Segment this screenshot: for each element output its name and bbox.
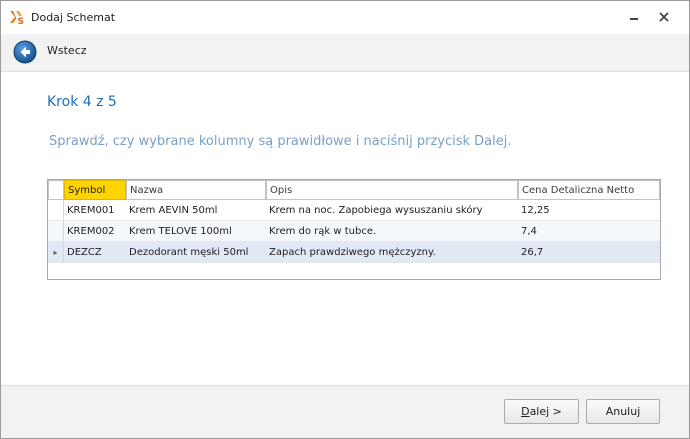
minimize-button[interactable] — [623, 7, 645, 27]
cell-nazwa[interactable]: Dezodorant męski 50ml — [126, 242, 266, 262]
cell-cena[interactable]: 7,4 — [518, 221, 660, 241]
row-header[interactable] — [48, 200, 64, 220]
cell-cena[interactable]: 26,7 — [518, 242, 660, 262]
cell-opis[interactable]: Zapach prawdziwego mężczyzny. — [266, 242, 518, 262]
table-row[interactable]: KREM001 Krem AEVIN 50ml Krem na noc. Zap… — [48, 200, 660, 221]
close-icon — [659, 12, 669, 22]
back-label[interactable]: Wstecz — [47, 44, 87, 57]
cell-symbol[interactable]: DEZCZ — [64, 242, 126, 262]
column-header-opis[interactable]: Opis — [266, 180, 518, 200]
close-button[interactable] — [653, 7, 675, 27]
title-bar: S Dodaj Schemat — [1, 1, 689, 34]
next-button[interactable]: Dalej > — [504, 399, 579, 424]
dialog-footer: Dalej > Anuluj — [1, 385, 689, 438]
next-button-label: Dalej > — [521, 405, 562, 418]
grid-corner-cell — [48, 180, 64, 200]
cancel-button[interactable]: Anuluj — [586, 399, 660, 424]
table-row[interactable]: ▸ DEZCZ Dezodorant męski 50ml Zapach pra… — [48, 242, 660, 263]
back-arrow-icon — [13, 40, 37, 64]
instruction-text: Sprawdź, czy wybrane kolumny są prawidło… — [49, 134, 512, 149]
dialog-window: S Dodaj Schemat Wstecz Krok 4 z 5 Sprawd… — [0, 0, 690, 439]
row-header[interactable] — [48, 221, 64, 241]
cell-cena[interactable]: 12,25 — [518, 200, 660, 220]
table-row[interactable]: KREM002 Krem TELOVE 100ml Krem do rąk w … — [48, 221, 660, 242]
step-title: Krok 4 z 5 — [47, 94, 117, 110]
column-header-nazwa[interactable]: Nazwa — [126, 180, 266, 200]
column-header-symbol[interactable]: Symbol — [64, 180, 126, 200]
window-title: Dodaj Schemat — [31, 11, 116, 24]
cell-nazwa[interactable]: Krem AEVIN 50ml — [126, 200, 266, 220]
cell-opis[interactable]: Krem do rąk w tubce. — [266, 221, 518, 241]
schema-app-icon: S — [9, 9, 25, 27]
cell-nazwa[interactable]: Krem TELOVE 100ml — [126, 221, 266, 241]
grid-header-row: Symbol Nazwa Opis Cena Detaliczna Netto — [48, 180, 660, 200]
cell-opis[interactable]: Krem na noc. Zapobiega wysuszaniu skóry — [266, 200, 518, 220]
cell-symbol[interactable]: KREM002 — [64, 221, 126, 241]
minimize-icon — [630, 18, 638, 20]
back-button[interactable] — [13, 40, 37, 64]
column-header-cena[interactable]: Cena Detaliczna Netto — [518, 180, 660, 200]
navigation-bar: Wstecz — [1, 34, 689, 72]
svg-text:S: S — [18, 17, 24, 25]
columns-preview-grid[interactable]: Symbol Nazwa Opis Cena Detaliczna Netto … — [47, 179, 661, 280]
current-row-indicator[interactable]: ▸ — [48, 242, 64, 262]
cell-symbol[interactable]: KREM001 — [64, 200, 126, 220]
